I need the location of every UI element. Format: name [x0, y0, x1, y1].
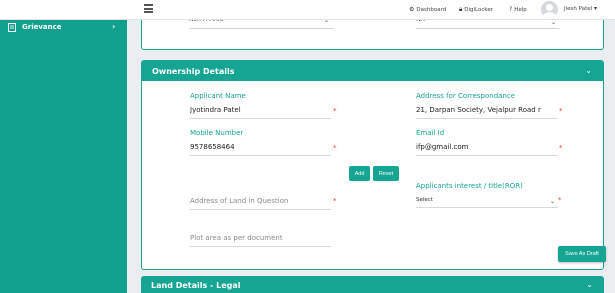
chevron-down-icon[interactable]: ⌄: [550, 198, 555, 205]
field-underline: [190, 209, 331, 210]
field-underline: [190, 246, 331, 247]
applicants-interest-select[interactable]: Select: [416, 197, 433, 203]
mobile-number-label: Mobile Number: [190, 129, 244, 137]
field-underline: [190, 118, 331, 119]
required-mark: *: [558, 196, 562, 204]
applicants-interest-label: Applicants interest / title(ROR): [416, 182, 523, 190]
top-header: ⚙ Dashboard 🔒︎ DigiLocker ? Help Jiesh Pate…: [0, 0, 615, 20]
digilocker-link[interactable]: 🔒︎ DigiLocker: [459, 6, 493, 14]
address-field[interactable]: 21, Darpan Society, Vejalpur Road r: [416, 106, 557, 114]
document-icon: [8, 23, 16, 32]
avatar[interactable]: [541, 1, 558, 18]
sidebar-item-label: Grievance: [22, 23, 62, 31]
ownership-card-header[interactable]: Ownership Details ⌄: [142, 61, 603, 81]
plot-area-input[interactable]: Plot area as per document: [190, 234, 283, 242]
chevron-down-icon[interactable]: ⌄: [551, 19, 556, 26]
required-mark: *: [559, 144, 563, 152]
help-link-label: Help: [514, 7, 527, 13]
chevron-down-icon[interactable]: ⌃: [324, 20, 329, 27]
user-name[interactable]: Jiesh Patel: [564, 6, 592, 12]
question-icon: ?: [509, 6, 513, 13]
dashboard-link[interactable]: ⚙ Dashboard: [409, 6, 446, 13]
email-field[interactable]: ifp@gmail.com: [416, 143, 556, 151]
add-button[interactable]: Add: [349, 166, 370, 181]
applicant-name-label: Applicant Name: [190, 92, 246, 100]
save-as-draft-button[interactable]: Save As Draft: [558, 246, 606, 262]
hamburger-menu-icon[interactable]: [144, 4, 153, 13]
card-title: Ownership Details: [152, 67, 235, 76]
divider: [189, 28, 334, 29]
required-mark: *: [333, 107, 337, 115]
dashboard-icon: ⚙: [409, 6, 415, 13]
sidebar-item-grievance[interactable]: Grievance ›: [0, 19, 127, 37]
reset-button[interactable]: Reset: [373, 166, 399, 181]
field-underline: [416, 155, 558, 156]
divider: [416, 28, 559, 29]
land-details-card-header[interactable]: Land Details - Legal ⌄: [141, 276, 604, 293]
chevron-down-icon[interactable]: ⌄: [586, 280, 593, 289]
required-mark: *: [333, 197, 337, 205]
field-underline: [190, 155, 331, 156]
applicant-name-field[interactable]: Jyotindra Patel: [190, 106, 330, 114]
email-label: Email Id: [416, 129, 445, 137]
lock-icon: 🔒︎: [459, 6, 463, 13]
address-label: Address for Correspondance: [416, 92, 516, 100]
caret-down-icon[interactable]: ▾: [594, 5, 597, 12]
dashboard-link-label: Dashboard: [416, 7, 447, 13]
card-title: Land Details - Legal: [151, 281, 241, 290]
digilocker-link-label: DigiLocker: [464, 7, 493, 13]
ownership-details-card: Ownership Details ⌄ Applicant Name Jyoti…: [141, 60, 604, 270]
chevron-right-icon: ›: [112, 22, 116, 31]
required-mark: *: [333, 144, 337, 152]
required-mark: *: [559, 107, 563, 115]
sidebar: Grievance ›: [0, 0, 127, 293]
mobile-number-field[interactable]: 9578658464: [190, 143, 330, 151]
chevron-down-icon[interactable]: ⌄: [585, 66, 592, 75]
field-underline: [416, 207, 558, 208]
field-underline: [416, 118, 558, 119]
help-link[interactable]: ? Help: [509, 6, 527, 13]
land-address-input[interactable]: Address of Land in Question: [190, 197, 288, 205]
